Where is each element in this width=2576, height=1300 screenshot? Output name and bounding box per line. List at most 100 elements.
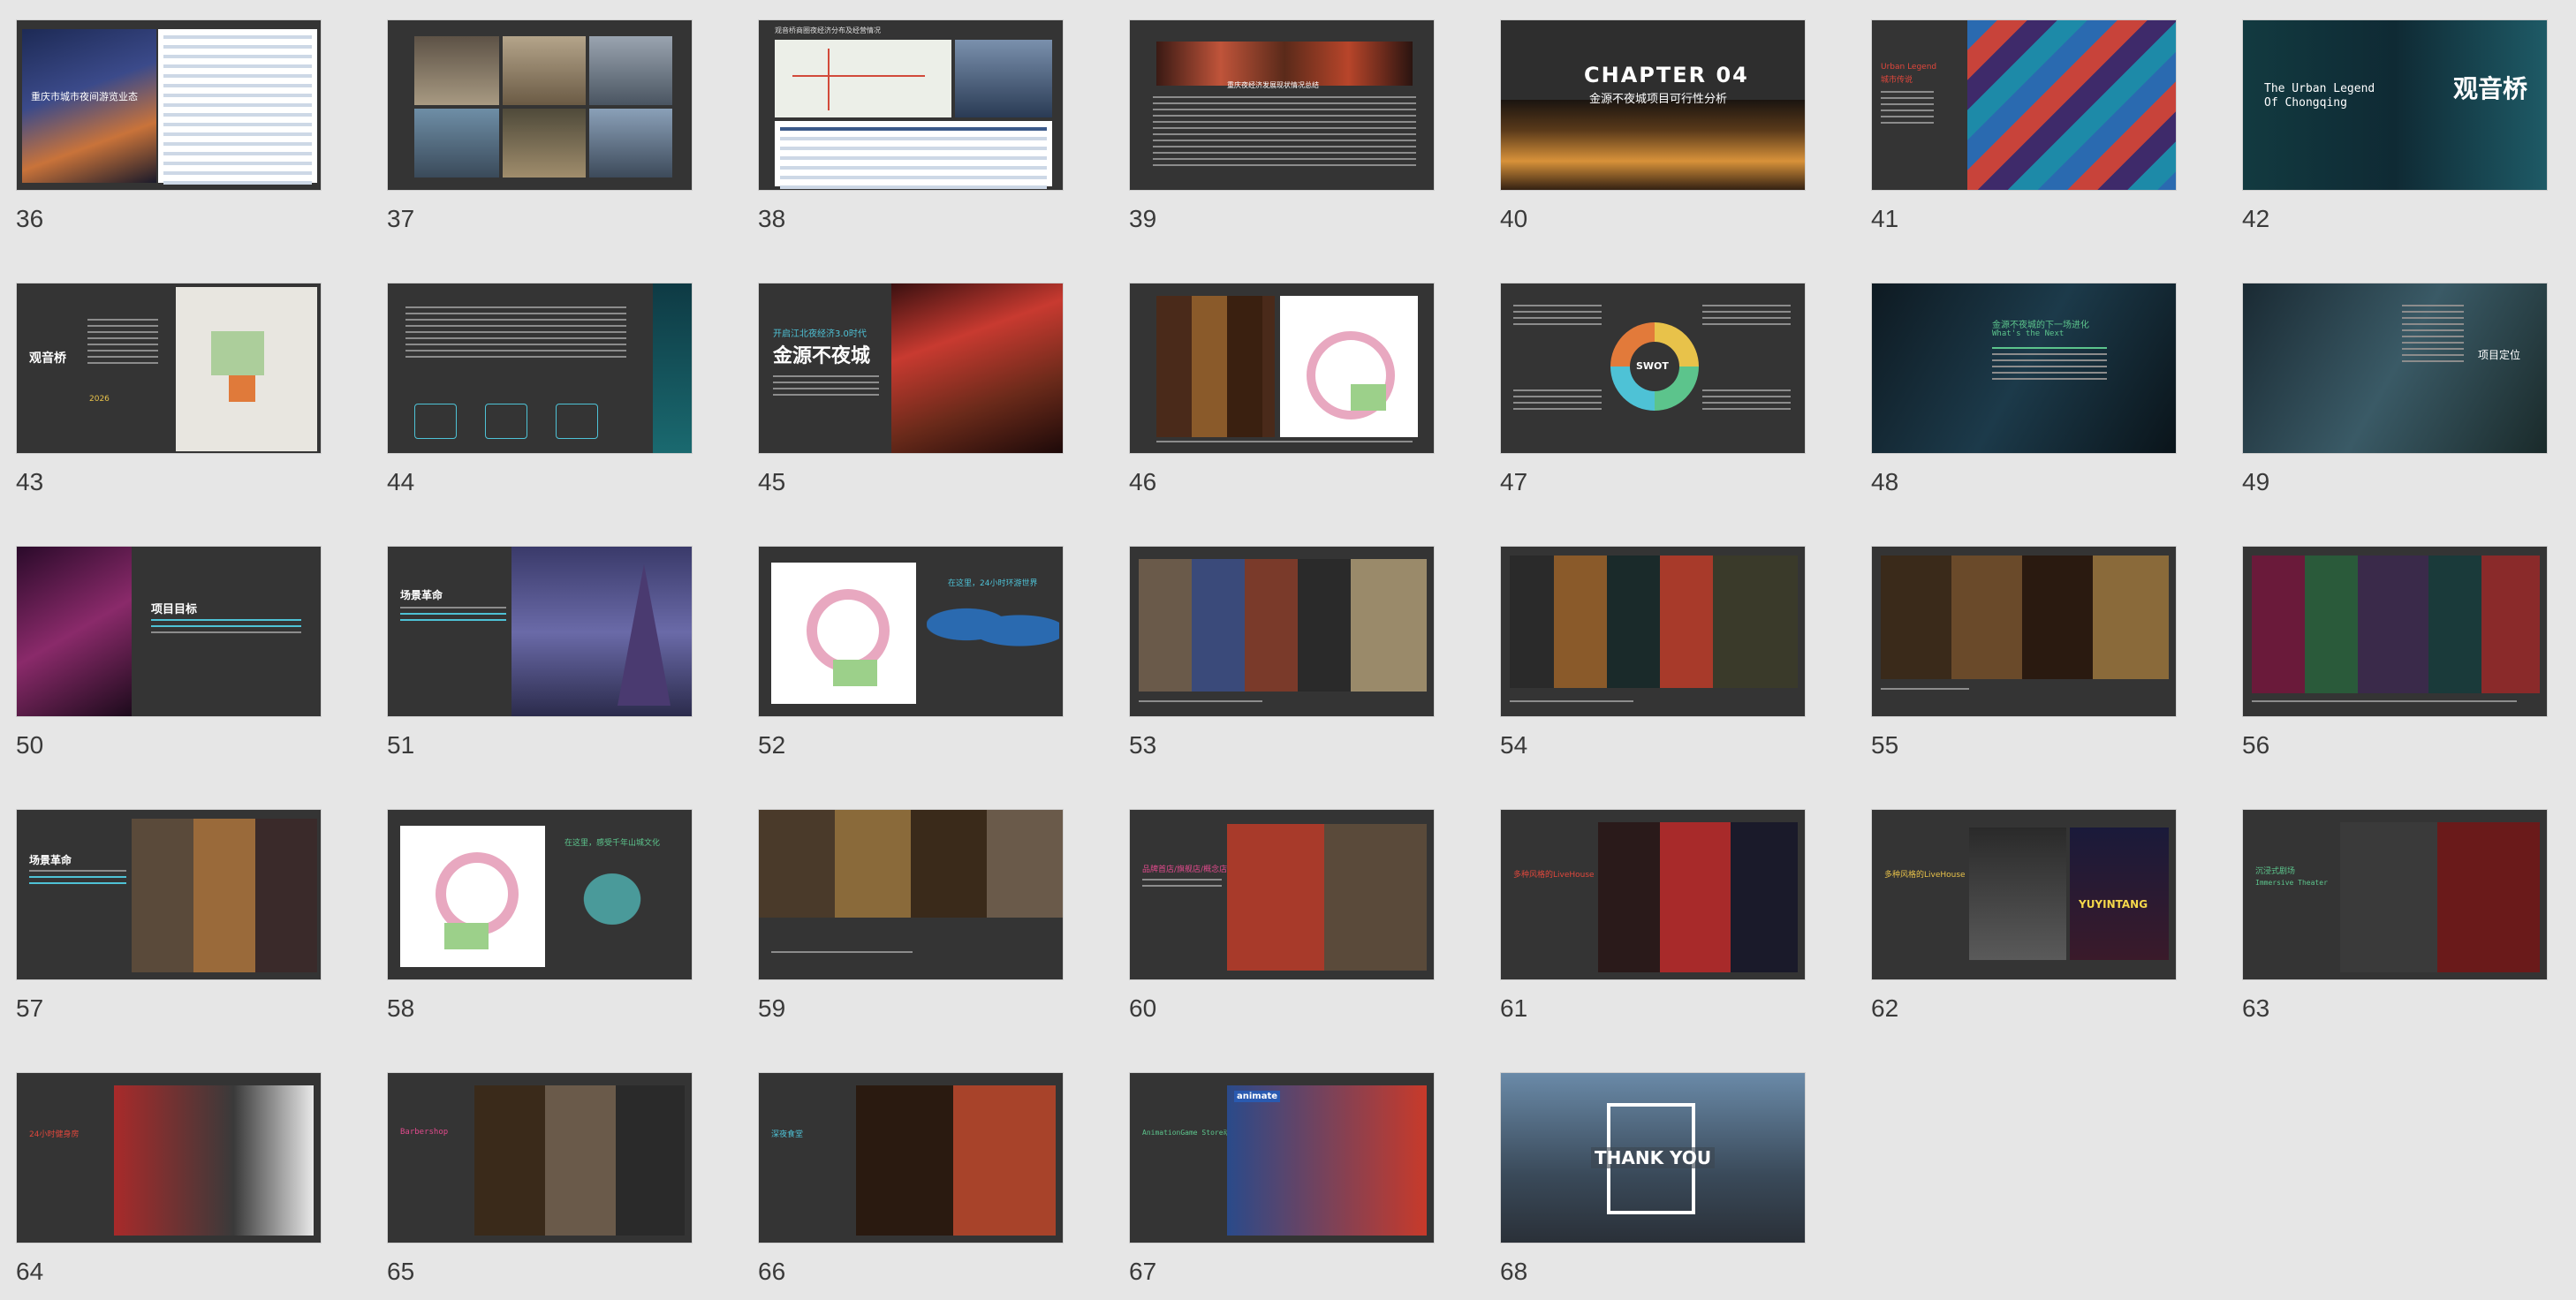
- slide-thumbnail[interactable]: AnimationGame Store动画游戏商店 animate: [1129, 1072, 1435, 1243]
- slide-65[interactable]: Barbershop 65: [371, 1053, 693, 1285]
- slide-thumbnail[interactable]: Urban Legend 城市传说: [1871, 19, 2177, 191]
- slide-38[interactable]: 观音桥商圈夜经济分布及经营情况 38: [742, 0, 1064, 232]
- slide-thumbnail[interactable]: THANK YOU: [1500, 1072, 1806, 1243]
- slide-thumbnail[interactable]: 在这里，24小时环游世界: [758, 546, 1064, 717]
- slide-title: The Urban Legend: [2264, 82, 2375, 95]
- slide-number: 50: [16, 731, 44, 759]
- slide-thumbnail[interactable]: 重庆夜经济发展现状情况总结: [1129, 19, 1435, 191]
- slide-52[interactable]: 在这里，24小时环游世界 52: [742, 526, 1064, 759]
- slide-thumbnail[interactable]: 沉浸式剧场 Immersive Theater: [2242, 809, 2548, 980]
- data-table: [158, 29, 317, 185]
- interior-collage: [2252, 556, 2540, 693]
- slide-40[interactable]: CHAPTER 04 金源不夜城项目可行性分析 40: [1484, 0, 1806, 232]
- slide-thumbnail[interactable]: Barbershop: [387, 1072, 693, 1243]
- slide-thumbnail[interactable]: 多种风格的LiveHouse YUYINTANG: [1871, 809, 2177, 980]
- slide-44[interactable]: 44: [371, 263, 693, 495]
- body-text: [1881, 91, 1934, 128]
- slide-68[interactable]: THANK YOU 68: [1484, 1053, 1806, 1285]
- slide-thumbnail[interactable]: CHAPTER 04 金源不夜城项目可行性分析: [1500, 19, 1806, 191]
- slide-thumbnail[interactable]: 观音桥商圈夜经济分布及经营情况: [758, 19, 1064, 191]
- mall-collage: [1510, 556, 1798, 688]
- slide-thumbnail[interactable]: 项目目标: [16, 546, 322, 717]
- slide-thumbnail[interactable]: 金源不夜城的下一场进化 What's the Next: [1871, 283, 2177, 454]
- slide-60[interactable]: 品牌首店/旗舰店/概念店 60: [1113, 790, 1435, 1022]
- concert-photo: [1969, 828, 2066, 960]
- slide-thumbnail[interactable]: 观音桥 2026: [16, 283, 322, 454]
- slide-50[interactable]: 项目目标 50: [0, 526, 322, 759]
- slide-number: 62: [1871, 994, 1899, 1022]
- slide-54[interactable]: 54: [1484, 526, 1806, 759]
- slide-number: 51: [387, 731, 415, 759]
- slide-46[interactable]: 46: [1113, 263, 1435, 495]
- slide-number: 57: [16, 994, 44, 1022]
- site-plan: [400, 826, 545, 967]
- slide-thumbnail[interactable]: 场景革命: [387, 546, 693, 717]
- list-text: [1992, 347, 2107, 384]
- slide-number: 40: [1500, 205, 1528, 232]
- slide-title: 沉浸式剧场: [2255, 867, 2296, 876]
- slide-66[interactable]: 深夜食堂 66: [742, 1053, 1064, 1285]
- slide-thumbnail[interactable]: 24小时健身房: [16, 1072, 322, 1243]
- slide-49[interactable]: 项目定位 49: [2226, 263, 2548, 495]
- slide-number: 53: [1129, 731, 1157, 759]
- slide-39[interactable]: 重庆夜经济发展现状情况总结 39: [1113, 0, 1435, 232]
- slide-number: 44: [387, 468, 415, 495]
- slide-61[interactable]: 多种风格的LiveHouse 61: [1484, 790, 1806, 1022]
- slide-number: 67: [1129, 1258, 1157, 1285]
- slide-thumbnail[interactable]: 开启江北夜经济3.0时代 金源不夜城: [758, 283, 1064, 454]
- slide-thumbnail[interactable]: [1500, 546, 1806, 717]
- opportunities-text: [1702, 305, 1791, 329]
- slide-63[interactable]: 沉浸式剧场 Immersive Theater 63: [2226, 790, 2548, 1022]
- slide-41[interactable]: Urban Legend 城市传说 41: [1855, 0, 2177, 232]
- slide-thumbnail[interactable]: 深夜食堂: [758, 1072, 1064, 1243]
- building-photo: [503, 36, 586, 105]
- building-photo: [589, 109, 672, 178]
- slide-number: 37: [387, 205, 415, 232]
- slide-thumbnail[interactable]: The Urban Legend Of Chongqing 观音桥: [2242, 19, 2548, 191]
- slide-45[interactable]: 开启江北夜经济3.0时代 金源不夜城 45: [742, 263, 1064, 495]
- slide-thumbnail[interactable]: 品牌首店/旗舰店/概念店: [1129, 809, 1435, 980]
- slide-36[interactable]: 重庆市城市夜间游览业态 36: [0, 0, 322, 232]
- slide-thumbnail[interactable]: [1129, 283, 1435, 454]
- slide-42[interactable]: The Urban Legend Of Chongqing 观音桥 42: [2226, 0, 2548, 232]
- slide-43[interactable]: 观音桥 2026 43: [0, 263, 322, 495]
- slide-thumbnail[interactable]: 场景革命: [16, 809, 322, 980]
- slide-title: 项目目标: [151, 603, 198, 616]
- slide-thumbnail[interactable]: 项目定位: [2242, 283, 2548, 454]
- slide-number: 41: [1871, 205, 1899, 232]
- slide-57[interactable]: 场景革命 57: [0, 790, 322, 1022]
- slide-53[interactable]: 53: [1113, 526, 1435, 759]
- body-text: [151, 619, 301, 638]
- slide-58[interactable]: 在这里，感受千年山城文化 58: [371, 790, 693, 1022]
- slide-62[interactable]: 多种风格的LiveHouse YUYINTANG 62: [1855, 790, 2177, 1022]
- slide-48[interactable]: 金源不夜城的下一场进化 What's the Next 48: [1855, 263, 2177, 495]
- building-photo: [414, 36, 499, 105]
- slide-number: 60: [1129, 994, 1157, 1022]
- slide-67[interactable]: AnimationGame Store动画游戏商店 animate 67: [1113, 1053, 1435, 1285]
- slide-number: 39: [1129, 205, 1157, 232]
- slide-64[interactable]: 24小时健身房 64: [0, 1053, 322, 1285]
- slide-59[interactable]: 59: [742, 790, 1064, 1022]
- interior-collage: [1881, 556, 2169, 679]
- slide-37[interactable]: 37: [371, 0, 693, 232]
- world-map: [927, 600, 1059, 661]
- slide-thumbnail[interactable]: 重庆市城市夜间游览业态: [16, 19, 322, 191]
- slide-56[interactable]: 56: [2226, 526, 2548, 759]
- slide-thumbnail[interactable]: [2242, 546, 2548, 717]
- slide-thumbnail[interactable]: [758, 809, 1064, 980]
- slide-thumbnail[interactable]: SWOT: [1500, 283, 1806, 454]
- slide-title: 金源不夜城的下一场进化: [1992, 321, 2089, 330]
- slide-thumbnail[interactable]: [387, 283, 693, 454]
- slide-number: 36: [16, 205, 44, 232]
- slide-subtitle: Immersive Theater: [2255, 879, 2328, 887]
- slide-thumbnail[interactable]: [1129, 546, 1435, 717]
- slide-51[interactable]: 场景革命 51: [371, 526, 693, 759]
- tower-photo: [653, 283, 692, 453]
- slide-thumbnail[interactable]: [1871, 546, 2177, 717]
- slide-thumbnail[interactable]: [387, 19, 693, 191]
- brand-sign: animate: [1234, 1091, 1281, 1102]
- slide-55[interactable]: 55: [1855, 526, 2177, 759]
- slide-thumbnail[interactable]: 多种风格的LiveHouse: [1500, 809, 1806, 980]
- slide-47[interactable]: SWOT 47: [1484, 263, 1806, 495]
- slide-thumbnail[interactable]: 在这里，感受千年山城文化: [387, 809, 693, 980]
